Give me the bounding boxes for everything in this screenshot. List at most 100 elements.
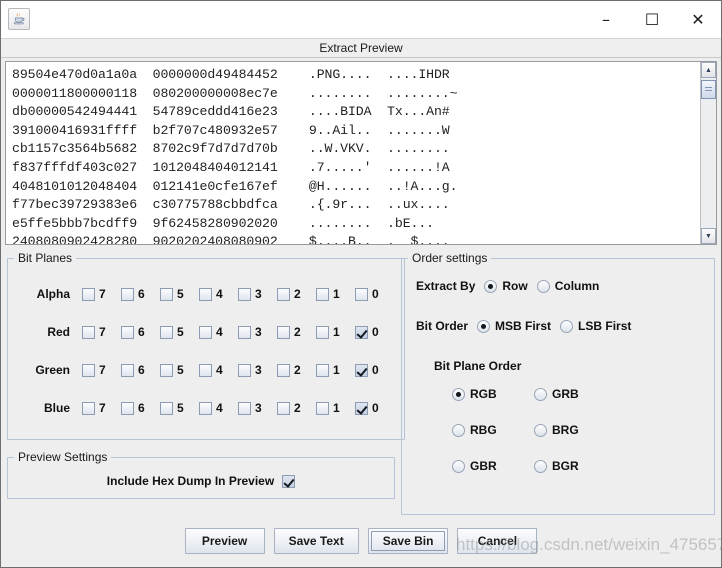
- save-bin-button[interactable]: Save Bin: [367, 528, 449, 554]
- checkbox-red-bit-0[interactable]: [355, 325, 368, 339]
- bit-plane-cell: 3: [238, 363, 277, 377]
- checkbox-blue-bit-7[interactable]: [82, 401, 95, 415]
- bit-plane-cell: 6: [121, 401, 160, 415]
- bit-order-lsb-first-radio[interactable]: [560, 319, 574, 333]
- preview-button[interactable]: Preview: [184, 528, 265, 554]
- checkbox-green-bit-3[interactable]: [238, 363, 251, 377]
- bit-plane-order-bgr-label: BGR: [552, 459, 579, 473]
- bit-plane-order-bgr-radio[interactable]: [534, 459, 547, 473]
- checkbox-alpha-bit-7[interactable]: [82, 287, 95, 301]
- checkbox-red-bit-7[interactable]: [82, 325, 95, 339]
- extract-by-row[interactable]: Row: [484, 279, 528, 293]
- checkbox-alpha-bit-1[interactable]: [316, 287, 329, 301]
- bit-plane-cell: 0: [355, 363, 394, 377]
- scroll-down-arrow-icon[interactable]: ▼: [701, 228, 716, 244]
- include-hex-dump-checkbox[interactable]: [282, 474, 296, 488]
- checkbox-blue-bit-0[interactable]: [355, 401, 368, 415]
- save-text-button[interactable]: Save Text: [273, 528, 359, 554]
- bit-index-label: 6: [138, 287, 145, 301]
- checkbox-alpha-bit-2[interactable]: [277, 287, 290, 301]
- bit-plane-cell: 2: [277, 287, 316, 301]
- checkbox-green-bit-0[interactable]: [355, 363, 368, 377]
- bit-index-label: 4: [216, 325, 223, 339]
- order-settings-legend: Order settings: [412, 251, 488, 265]
- bit-order-msb-first-radio[interactable]: [477, 319, 491, 333]
- include-hex-dump-label: Include Hex Dump In Preview: [106, 474, 275, 488]
- checkbox-red-bit-5[interactable]: [160, 325, 173, 339]
- bit-index-label: 1: [333, 325, 340, 339]
- checkbox-green-bit-1[interactable]: [316, 363, 329, 377]
- bit-index-label: 0: [372, 363, 379, 377]
- scrollbar-thumb[interactable]: [701, 80, 716, 99]
- minimize-button[interactable]: –: [583, 1, 629, 38]
- bit-plane-order-rgb[interactable]: RGB: [452, 387, 534, 401]
- title-bar: – ☐ ✕: [1, 1, 721, 38]
- checkbox-blue-bit-4[interactable]: [199, 401, 212, 415]
- bit-plane-order-rbg-label: RBG: [470, 423, 497, 437]
- bit-plane-order-gbr[interactable]: GBR: [452, 459, 534, 473]
- bit-plane-order-gbr-radio[interactable]: [452, 459, 465, 473]
- checkbox-blue-bit-3[interactable]: [238, 401, 251, 415]
- checkbox-alpha-bit-0[interactable]: [355, 287, 368, 301]
- checkbox-blue-bit-5[interactable]: [160, 401, 173, 415]
- bit-plane-order-rgb-radio[interactable]: [452, 387, 465, 401]
- java-coffee-cup-icon: [8, 8, 30, 30]
- cancel-button[interactable]: Cancel: [457, 528, 538, 554]
- checkbox-green-bit-4[interactable]: [199, 363, 212, 377]
- checkbox-alpha-bit-4[interactable]: [199, 287, 212, 301]
- maximize-button[interactable]: ☐: [629, 1, 675, 38]
- checkbox-red-bit-3[interactable]: [238, 325, 251, 339]
- left-column: Bit Planes Alpha 7 6 5 4 3 2 1 0 Red 7 6 5 4 3 2 1 0 Green…: [7, 251, 405, 515]
- bit-plane-cell: 1: [316, 363, 355, 377]
- extract-by-column[interactable]: Column: [536, 279, 599, 293]
- checkbox-red-bit-4[interactable]: [199, 325, 212, 339]
- checkbox-blue-bit-1[interactable]: [316, 401, 329, 415]
- bit-plane-order-brg-radio[interactable]: [534, 423, 547, 437]
- hex-dump-viewer[interactable]: 89504e470d0a1a0a 0000000d49484452 .PNG..…: [5, 61, 717, 245]
- bit-index-label: 6: [138, 325, 145, 339]
- bit-plane-order-grb-radio[interactable]: [534, 387, 547, 401]
- bit-index-label: 0: [372, 287, 379, 301]
- vertical-scrollbar[interactable]: ▲ ▼: [700, 62, 716, 244]
- checkbox-green-bit-2[interactable]: [277, 363, 290, 377]
- bit-index-label: 2: [294, 401, 301, 415]
- page-title: Extract Preview: [319, 41, 403, 55]
- bit-planes-legend: Bit Planes: [18, 251, 73, 265]
- bit-index-label: 7: [99, 363, 106, 377]
- bit-plane-cell: 7: [82, 363, 121, 377]
- checkbox-alpha-bit-5[interactable]: [160, 287, 173, 301]
- bit-order-lsb-first[interactable]: LSB First: [560, 319, 631, 333]
- checkbox-red-bit-2[interactable]: [277, 325, 290, 339]
- bit-index-label: 1: [333, 287, 340, 301]
- close-button[interactable]: ✕: [675, 1, 721, 38]
- checkbox-alpha-bit-6[interactable]: [121, 287, 134, 301]
- extract-by-column-radio[interactable]: [536, 279, 550, 293]
- window-controls: – ☐ ✕: [583, 1, 721, 37]
- order-settings-body: Extract By Row Column Bit Order MSB First…: [402, 265, 714, 485]
- bit-order-lsb-first-label: LSB First: [578, 319, 632, 333]
- checkbox-red-bit-1[interactable]: [316, 325, 329, 339]
- bit-plane-channel-label: Alpha: [36, 287, 70, 301]
- bit-index-label: 4: [216, 363, 223, 377]
- bit-plane-cell: 7: [82, 325, 121, 339]
- bit-order-msb-first[interactable]: MSB First: [477, 319, 551, 333]
- bit-plane-order-brg[interactable]: BRG: [534, 423, 616, 437]
- bit-plane-order-rbg-radio[interactable]: [452, 423, 465, 437]
- checkbox-blue-bit-2[interactable]: [277, 401, 290, 415]
- checkbox-green-bit-6[interactable]: [121, 363, 134, 377]
- bit-plane-order-bgr[interactable]: BGR: [534, 459, 616, 473]
- checkbox-alpha-bit-3[interactable]: [238, 287, 251, 301]
- checkbox-blue-bit-6[interactable]: [121, 401, 134, 415]
- bit-plane-order-grb[interactable]: GRB: [534, 387, 616, 401]
- hex-dump-text[interactable]: 89504e470d0a1a0a 0000000d49484452 .PNG..…: [6, 62, 700, 244]
- bit-index-label: 7: [99, 287, 106, 301]
- checkbox-green-bit-5[interactable]: [160, 363, 173, 377]
- bit-plane-cell: 4: [199, 325, 238, 339]
- extract-by-row-radio[interactable]: [484, 279, 498, 293]
- bit-plane-order-rbg[interactable]: RBG: [452, 423, 534, 437]
- bit-plane-cell: 4: [199, 363, 238, 377]
- scrollbar-track[interactable]: [701, 78, 716, 228]
- scroll-up-arrow-icon[interactable]: ▲: [701, 62, 716, 78]
- checkbox-green-bit-7[interactable]: [82, 363, 95, 377]
- checkbox-red-bit-6[interactable]: [121, 325, 134, 339]
